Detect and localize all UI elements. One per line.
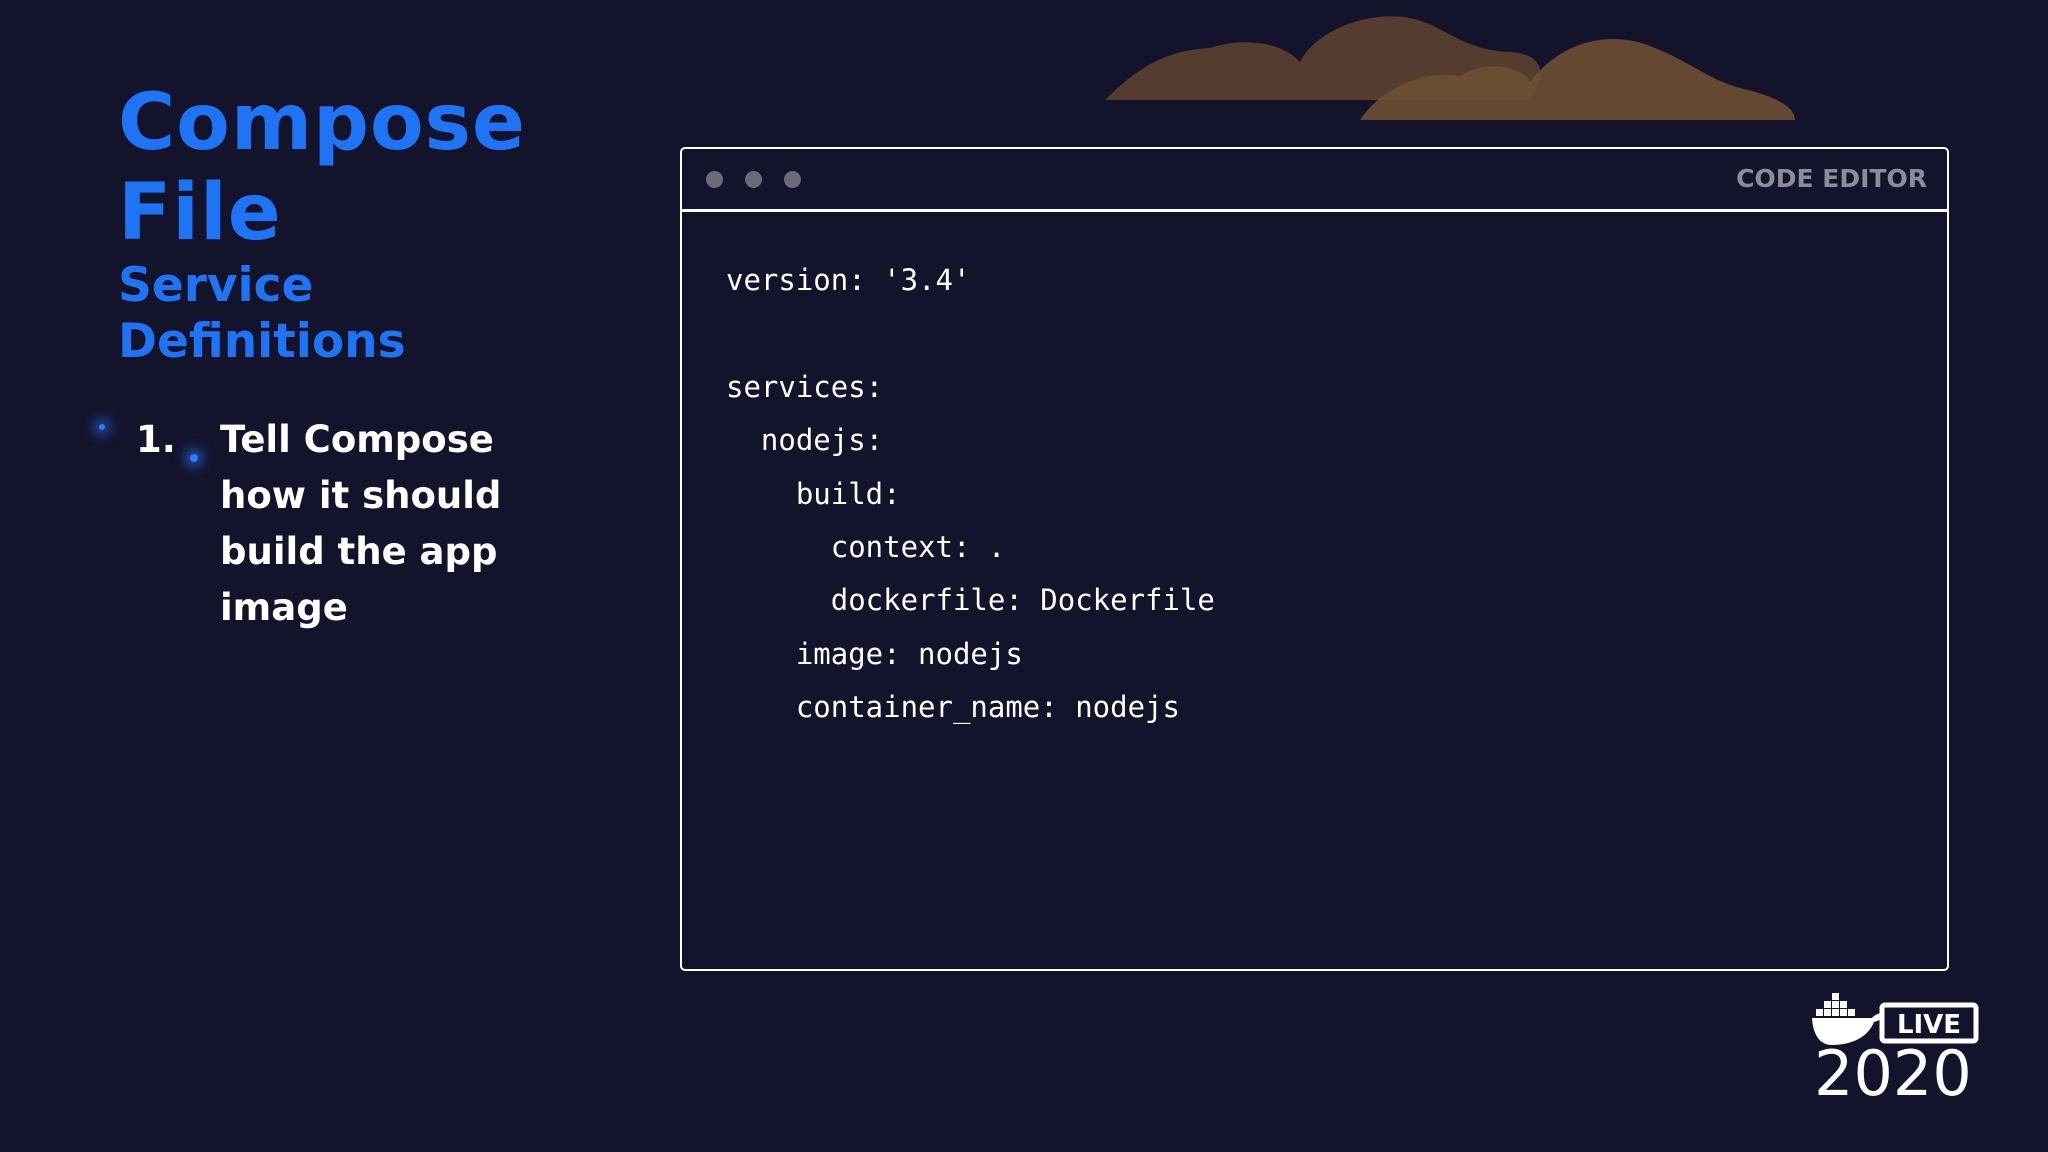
logo-year: 2020	[1814, 1037, 1972, 1105]
glow-dot	[190, 454, 198, 462]
step-number: 1.	[136, 418, 176, 461]
window-dot-icon	[745, 171, 762, 188]
cloud-decoration	[1105, 16, 1795, 120]
slide-subtitle: Service Definitions	[118, 258, 406, 370]
window-dot-icon	[706, 171, 723, 188]
docker-live-logo: LIVE 2020	[1812, 993, 1979, 1105]
title-line-2: File	[118, 168, 282, 258]
subtitle-line-1: Service	[118, 258, 314, 313]
glow-dot	[99, 424, 105, 430]
subtitle-line-2: Definitions	[118, 314, 406, 369]
logo-badge: LIVE	[1897, 1010, 1961, 1040]
slide-title: Compose File	[118, 78, 526, 258]
editor-title-bar: CODE EDITOR	[682, 149, 1947, 212]
code-content: version: '3.4' services: nodejs: build: …	[726, 263, 1215, 725]
editor-label: CODE EDITOR	[1736, 164, 1927, 193]
window-dot-icon	[784, 171, 801, 188]
step-text: Tell Compose how it should build the app…	[220, 418, 502, 629]
title-line-1: Compose	[118, 78, 526, 168]
code-editor-window: CODE EDITOR version: '3.4' services: nod…	[680, 147, 1949, 971]
